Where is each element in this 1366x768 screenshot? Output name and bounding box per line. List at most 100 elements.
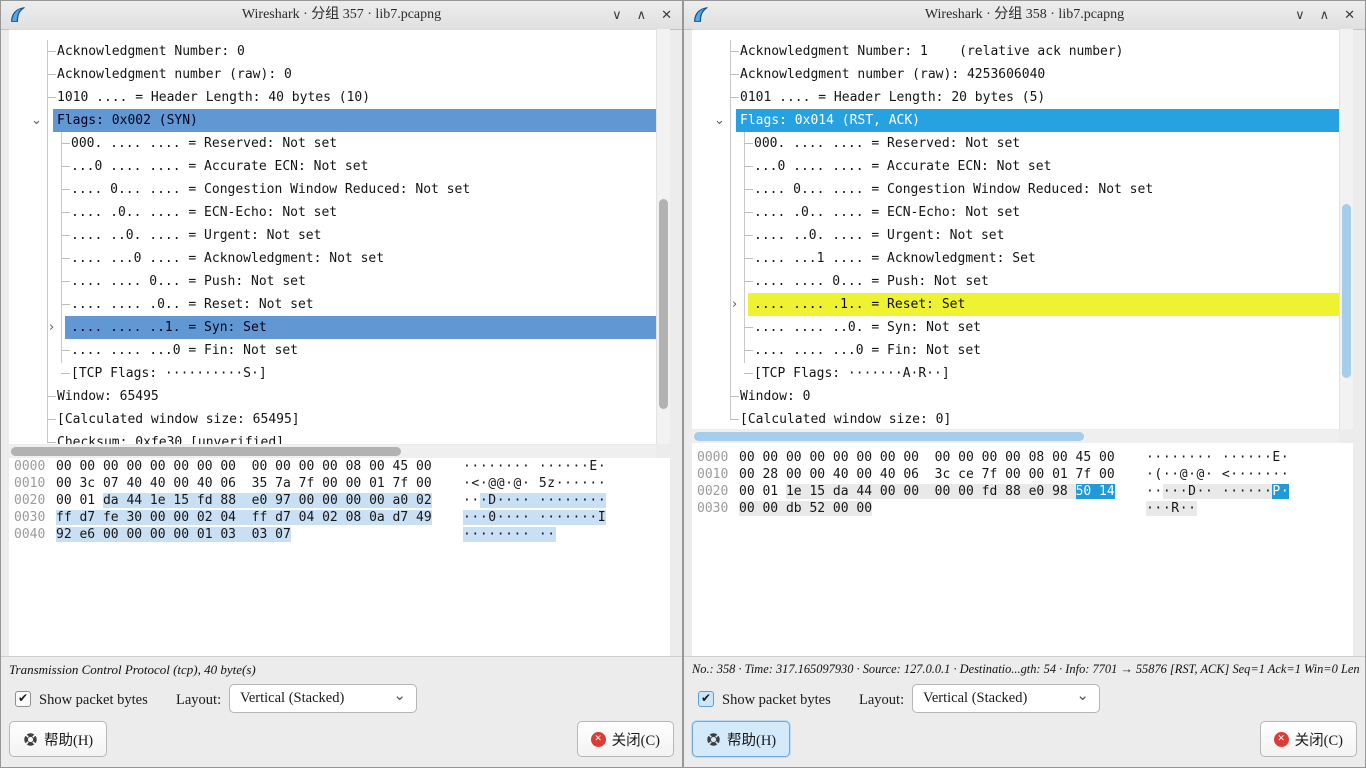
ascii-chars: ···R·· <box>1146 501 1197 516</box>
scrollbar-thumb[interactable] <box>1342 204 1351 378</box>
ascii-column: ···D···· ········ <box>463 492 606 509</box>
check-icon: ✔ <box>18 691 28 705</box>
maximize-button[interactable]: ∧ <box>1320 8 1330 23</box>
scrollbar-thumb[interactable] <box>694 432 1084 441</box>
close-dialog-button[interactable]: ✕ 关闭(C) <box>1260 721 1357 757</box>
window-close-button[interactable]: ✕ <box>1344 8 1355 23</box>
help-button[interactable]: 帮助(H) <box>9 721 107 757</box>
hex-row[interactable]: 0030ff d7 fe 30 00 00 02 04 ff d7 04 02 … <box>9 509 670 526</box>
tree-row[interactable]: .... 0... .... = Congestion Window Reduc… <box>692 178 1339 201</box>
hex-offset: 0030 <box>14 509 56 526</box>
tree-tick <box>47 51 56 52</box>
maximize-button[interactable]: ∧ <box>637 8 647 23</box>
tree-row[interactable]: Window: 65495 <box>9 385 656 408</box>
hex-row[interactable]: 002000 01 da 44 1e 15 fd 88 e0 97 00 00 … <box>9 492 670 509</box>
tree-tick <box>61 166 70 167</box>
help-button[interactable]: 帮助(H) <box>692 721 790 757</box>
scrollbar-thumb[interactable] <box>11 447 401 456</box>
hex-row[interactable]: 002000 01 1e 15 da 44 00 00 00 00 fd 88 … <box>692 483 1353 500</box>
tree-row[interactable]: 000. .... .... = Reserved: Not set <box>9 132 656 155</box>
tree-row[interactable]: Acknowledgment number (raw): 4253606040 <box>692 63 1339 86</box>
ascii-column: ········ ·· <box>463 526 556 543</box>
layout-select-value: Vertical (Stacked) <box>923 690 1027 706</box>
tree-row[interactable]: [TCP Flags: ·······A·R··] <box>692 362 1339 385</box>
tree-row[interactable]: .... .... ..0. = Syn: Not set <box>692 316 1339 339</box>
packet-detail-tree[interactable]: Acknowledgment Number: 0Acknowledgment n… <box>9 29 656 444</box>
chevron-expanded-icon[interactable]: ⌄ <box>31 109 42 132</box>
show-packet-bytes-checkbox[interactable]: ✔ <box>698 691 714 707</box>
chevron-collapsed-icon[interactable]: › <box>732 293 737 316</box>
tree-row[interactable]: .... .... ...0 = Fin: Not set <box>692 339 1339 362</box>
tree-tick <box>61 281 70 282</box>
tree-tick <box>61 304 70 305</box>
packet-detail-tree[interactable]: Acknowledgment Number: 1 (relative ack n… <box>692 29 1339 429</box>
tree-row[interactable]: 1010 .... = Header Length: 40 bytes (10) <box>9 86 656 109</box>
horizontal-scrollbar[interactable] <box>692 430 1339 443</box>
tree-tick <box>744 189 753 190</box>
tree-row[interactable]: .... ...1 .... = Acknowledgment: Set <box>692 247 1339 270</box>
ascii-chars: P· <box>1272 484 1289 499</box>
hex-row[interactable]: 000000 00 00 00 00 00 00 00 00 00 00 00 … <box>9 458 670 475</box>
hex-offset: 0000 <box>697 449 739 466</box>
packet-bytes-pane[interactable]: 000000 00 00 00 00 00 00 00 00 00 00 00 … <box>9 458 670 657</box>
dialog-footer: No.: 358 · Time: 317.165097930 · Source:… <box>684 656 1365 767</box>
hex-row[interactable]: 001000 3c 07 40 40 00 40 06 35 7a 7f 00 … <box>9 475 670 492</box>
tree-tick <box>61 258 70 259</box>
tree-row[interactable]: Acknowledgment Number: 0 <box>9 40 656 63</box>
hex-row[interactable]: 004092 e6 00 00 00 00 01 03 03 07·······… <box>9 526 670 543</box>
tree-row[interactable]: ⌄Flags: 0x014 (RST, ACK) <box>692 109 1339 132</box>
titlebar[interactable]: Wireshark · 分组 358 · lib7.pcapng ∨ ∧ ✕ <box>684 1 1365 30</box>
horizontal-scrollbar[interactable] <box>9 445 656 458</box>
tree-row[interactable]: Checksum: 0xfe30 [unverified] <box>9 431 656 444</box>
titlebar[interactable]: Wireshark · 分组 357 · lib7.pcapng ∨ ∧ ✕ <box>1 1 682 30</box>
hex-row[interactable]: 001000 28 00 00 40 00 40 06 3c ce 7f 00 … <box>692 466 1353 483</box>
packet-bytes-pane[interactable]: 000000 00 00 00 00 00 00 00 00 00 00 00 … <box>692 443 1353 657</box>
tree-tick <box>61 212 70 213</box>
vertical-scrollbar[interactable] <box>656 29 670 444</box>
hex-row[interactable]: 000000 00 00 00 00 00 00 00 00 00 00 00 … <box>692 449 1353 466</box>
ascii-chars: ·· <box>1146 484 1163 499</box>
layout-select[interactable]: Vertical (Stacked) ⌄ <box>912 684 1100 713</box>
tree-row[interactable]: .... 0... .... = Congestion Window Reduc… <box>9 178 656 201</box>
tree-row[interactable]: .... .0.. .... = ECN-Echo: Not set <box>9 201 656 224</box>
tree-row[interactable]: .... .... 0... = Push: Not set <box>692 270 1339 293</box>
minimize-button[interactable]: ∨ <box>612 8 622 23</box>
hex-bytes: 00 00 db 52 00 00 <box>739 501 872 516</box>
chevron-expanded-icon[interactable]: ⌄ <box>714 109 725 132</box>
tree-row[interactable]: .... ...0 .... = Acknowledgment: Not set <box>9 247 656 270</box>
scrollbar-thumb[interactable] <box>659 199 668 409</box>
ascii-column: ···R·· <box>1146 500 1197 517</box>
close-dialog-button[interactable]: ✕ 关闭(C) <box>577 721 674 757</box>
tree-tick <box>47 442 56 443</box>
tree-row[interactable]: ⌄Flags: 0x002 (SYN) <box>9 109 656 132</box>
tree-row[interactable]: .... .... ...0 = Fin: Not set <box>9 339 656 362</box>
tree-row[interactable]: [TCP Flags: ··········S·] <box>9 362 656 385</box>
tree-row[interactable]: 000. .... .... = Reserved: Not set <box>692 132 1339 155</box>
tree-row[interactable]: ›.... .... ..1. = Syn: Set <box>9 316 656 339</box>
minimize-button[interactable]: ∨ <box>1295 8 1305 23</box>
tree-row[interactable]: .... .0.. .... = ECN-Echo: Not set <box>692 201 1339 224</box>
tree-row[interactable]: ›.... .... .1.. = Reset: Set <box>692 293 1339 316</box>
tree-row-label: .... ...0 .... = Acknowledgment: Not set <box>65 247 656 270</box>
tree-row[interactable]: 0101 .... = Header Length: 20 bytes (5) <box>692 86 1339 109</box>
tree-row[interactable]: Acknowledgment number (raw): 0 <box>9 63 656 86</box>
tree-row[interactable]: .... .... .0.. = Reset: Not set <box>9 293 656 316</box>
close-button-label: 关闭(C) <box>1295 729 1343 750</box>
tree-row[interactable]: ...0 .... .... = Accurate ECN: Not set <box>692 155 1339 178</box>
close-circle-icon: ✕ <box>1274 732 1289 747</box>
show-packet-bytes-checkbox[interactable]: ✔ <box>15 691 31 707</box>
tree-row[interactable]: .... .... 0... = Push: Not set <box>9 270 656 293</box>
tree-row[interactable]: Window: 0 <box>692 385 1339 408</box>
layout-select[interactable]: Vertical (Stacked) ⌄ <box>229 684 417 713</box>
tree-row[interactable]: ...0 .... .... = Accurate ECN: Not set <box>9 155 656 178</box>
chevron-collapsed-icon[interactable]: › <box>49 316 54 339</box>
tree-row[interactable]: .... ..0. .... = Urgent: Not set <box>9 224 656 247</box>
tree-row[interactable]: [Calculated window size: 0] <box>692 408 1339 429</box>
tree-row[interactable]: Acknowledgment Number: 1 (relative ack n… <box>692 40 1339 63</box>
vertical-scrollbar[interactable] <box>1339 29 1353 429</box>
tree-row-label: Window: 65495 <box>53 385 656 408</box>
tree-row[interactable]: .... ..0. .... = Urgent: Not set <box>692 224 1339 247</box>
hex-row[interactable]: 003000 00 db 52 00 00···R·· <box>692 500 1353 517</box>
tree-row[interactable]: [Calculated window size: 65495] <box>9 408 656 431</box>
window-close-button[interactable]: ✕ <box>661 8 672 23</box>
